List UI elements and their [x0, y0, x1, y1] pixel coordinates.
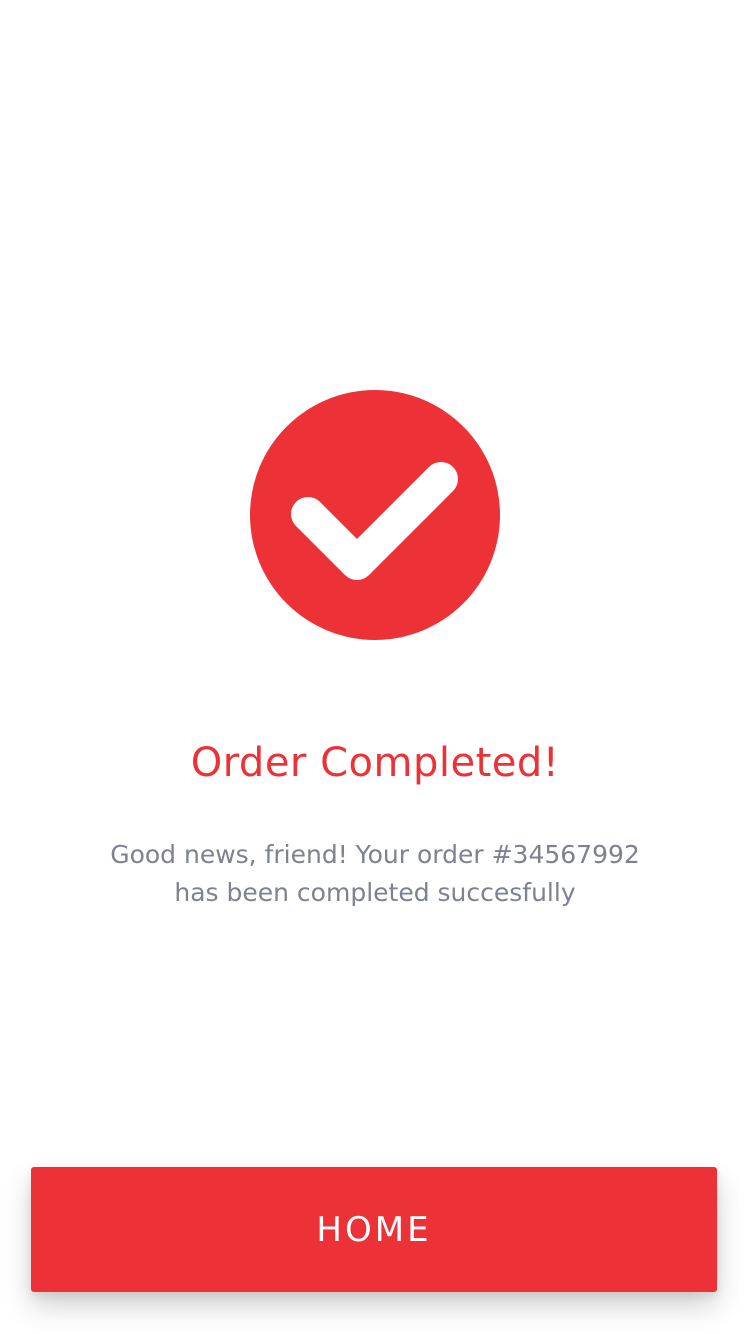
confirmation-message: Good news, friend! Your order #34567992 …: [75, 836, 675, 912]
page-title: Order Completed!: [190, 740, 560, 786]
checkmark-stroke: [291, 462, 458, 580]
check-circle-icon: [250, 390, 500, 640]
checkmark-icon: [291, 462, 458, 580]
order-completed-screen: Order Completed! Good news, friend! Your…: [0, 0, 750, 1334]
confirmation-message-line-1: Good news, friend! Your order #34567992: [110, 840, 640, 869]
confirmation-message-line-2: has been completed succesfully: [174, 878, 576, 907]
home-button[interactable]: HOME: [31, 1167, 717, 1292]
